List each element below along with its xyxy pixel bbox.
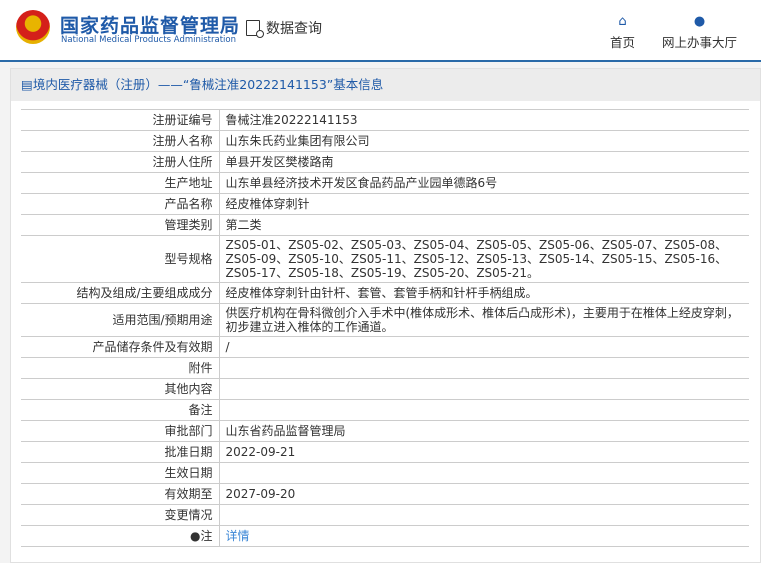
user-icon: ● <box>693 14 706 29</box>
row-value <box>219 399 749 421</box>
panel-title: ▤境内医疗器械（注册）——“鲁械注准20222141153”基本信息 <box>11 69 760 101</box>
nav-home-label: 首页 <box>610 35 636 50</box>
row-value <box>219 357 749 379</box>
brand-title: 国家药品监督管理局 <box>60 15 241 37</box>
row-label: 产品名称 <box>21 193 220 215</box>
info-table: 注册证编号 鲁械注准20222141153 注册人名称 山东朱氏药业集团有限公司 注册人… <box>21 109 749 547</box>
row-label: 生效日期 <box>21 462 220 484</box>
bulb-icon: ● <box>190 529 201 543</box>
document-search-icon <box>246 20 264 38</box>
detail-panel: ▤境内医疗器械（注册）——“鲁械注准20222141153”基本信息 注册证编号… <box>10 68 761 563</box>
table-row: 型号规格 ZS05-01、ZS05-02、ZS05-03、ZS05-04、ZS05… <box>21 235 749 283</box>
row-value: 第二类 <box>219 214 749 236</box>
table-row: 备注 <box>21 399 749 421</box>
table-row: 有效期至 2027-09-20 <box>21 483 749 505</box>
table-row: 注册人住所 单县开发区樊楼路南 <box>21 151 749 173</box>
row-label: 附件 <box>21 357 220 379</box>
details-link[interactable]: 详情 <box>226 529 250 543</box>
row-value: 单县开发区樊楼路南 <box>219 151 749 173</box>
table-row: 审批部门 山东省药品监督管理局 <box>21 420 749 442</box>
row-value <box>219 504 749 526</box>
row-value: 经皮椎体穿刺针 <box>219 193 749 215</box>
table-row: 附件 <box>21 357 749 379</box>
row-label: 管理类别 <box>21 214 220 236</box>
row-value: 2027-09-20 <box>219 483 749 505</box>
row-label: 审批部门 <box>21 420 220 442</box>
table-row: 其他内容 <box>21 378 749 400</box>
row-value: 山东朱氏药业集团有限公司 <box>219 130 749 152</box>
row-label: 结构及组成/主要组成成分 <box>21 282 220 304</box>
note-label: 注 <box>200 529 213 543</box>
table-row: 生产地址 山东单县经济技术开发区食品药品产业园单德路6号 <box>21 172 749 194</box>
row-label: 批准日期 <box>21 441 220 463</box>
row-value <box>219 378 749 400</box>
table-row: 注册证编号 鲁械注准20222141153 <box>21 109 749 131</box>
row-label: 产品储存条件及有效期 <box>21 336 220 358</box>
brand-subtitle: National Medical Products Administration <box>61 35 236 45</box>
table-row: 生效日期 <box>21 462 749 484</box>
national-emblem-logo <box>16 10 50 44</box>
table-row: 管理类别 第二类 <box>21 214 749 236</box>
row-label: 注册人住所 <box>21 151 220 173</box>
row-label: 备注 <box>21 399 220 421</box>
data-query-link[interactable]: 数据查询 <box>246 18 322 38</box>
table-row: 批准日期 2022-09-21 <box>21 441 749 463</box>
table-row-note: ●注 详情 <box>21 525 749 547</box>
row-value: / <box>219 336 749 358</box>
row-value: 2022-09-21 <box>219 441 749 463</box>
document-icon: ▤ <box>21 77 33 92</box>
row-value: ZS05-01、ZS05-02、ZS05-03、ZS05-04、ZS05-05、… <box>219 235 749 283</box>
panel-title-text: 境内医疗器械（注册）——“鲁械注准20222141153”基本信息 <box>32 77 384 92</box>
nav-online-hall-label: 网上办事大厅 <box>662 35 738 50</box>
home-icon: ⌂ <box>618 14 627 29</box>
table-row: 注册人名称 山东朱氏药业集团有限公司 <box>21 130 749 152</box>
row-label: 注册证编号 <box>21 109 220 131</box>
row-label: 变更情况 <box>21 504 220 526</box>
row-value: 经皮椎体穿刺针由针杆、套管、套管手柄和针杆手柄组成。 <box>219 282 749 304</box>
nav-home[interactable]: ⌂ 首页 <box>610 14 635 51</box>
row-value: 详情 <box>219 525 749 547</box>
row-label: 适用范围/预期用途 <box>21 303 220 337</box>
row-value <box>219 462 749 484</box>
row-label: 生产地址 <box>21 172 220 194</box>
row-value: 山东单县经济技术开发区食品药品产业园单德路6号 <box>219 172 749 194</box>
table-row: 结构及组成/主要组成成分 经皮椎体穿刺针由针杆、套管、套管手柄和针杆手柄组成。 <box>21 282 749 304</box>
table-row: 变更情况 <box>21 504 749 526</box>
row-label: 其他内容 <box>21 378 220 400</box>
row-label: 注册人名称 <box>21 130 220 152</box>
nav-online-hall[interactable]: ● 网上办事大厅 <box>662 14 737 51</box>
row-label: 有效期至 <box>21 483 220 505</box>
row-value: 山东省药品监督管理局 <box>219 420 749 442</box>
row-label: 型号规格 <box>21 235 220 283</box>
row-label: ●注 <box>21 525 220 547</box>
row-value: 供医疗机构在骨科微创介入手术中(椎体成形术、椎体后凸成形术)，主要用于在椎体上经… <box>219 303 749 337</box>
table-row: 产品储存条件及有效期 / <box>21 336 749 358</box>
data-query-label: 数据查询 <box>266 21 322 37</box>
row-value: 鲁械注准20222141153 <box>219 109 749 131</box>
site-header: 国家药品监督管理局 National Medical Products Admi… <box>0 0 761 62</box>
table-row: 产品名称 经皮椎体穿刺针 <box>21 193 749 215</box>
table-row: 适用范围/预期用途 供医疗机构在骨科微创介入手术中(椎体成形术、椎体后凸成形术)，… <box>21 303 749 337</box>
